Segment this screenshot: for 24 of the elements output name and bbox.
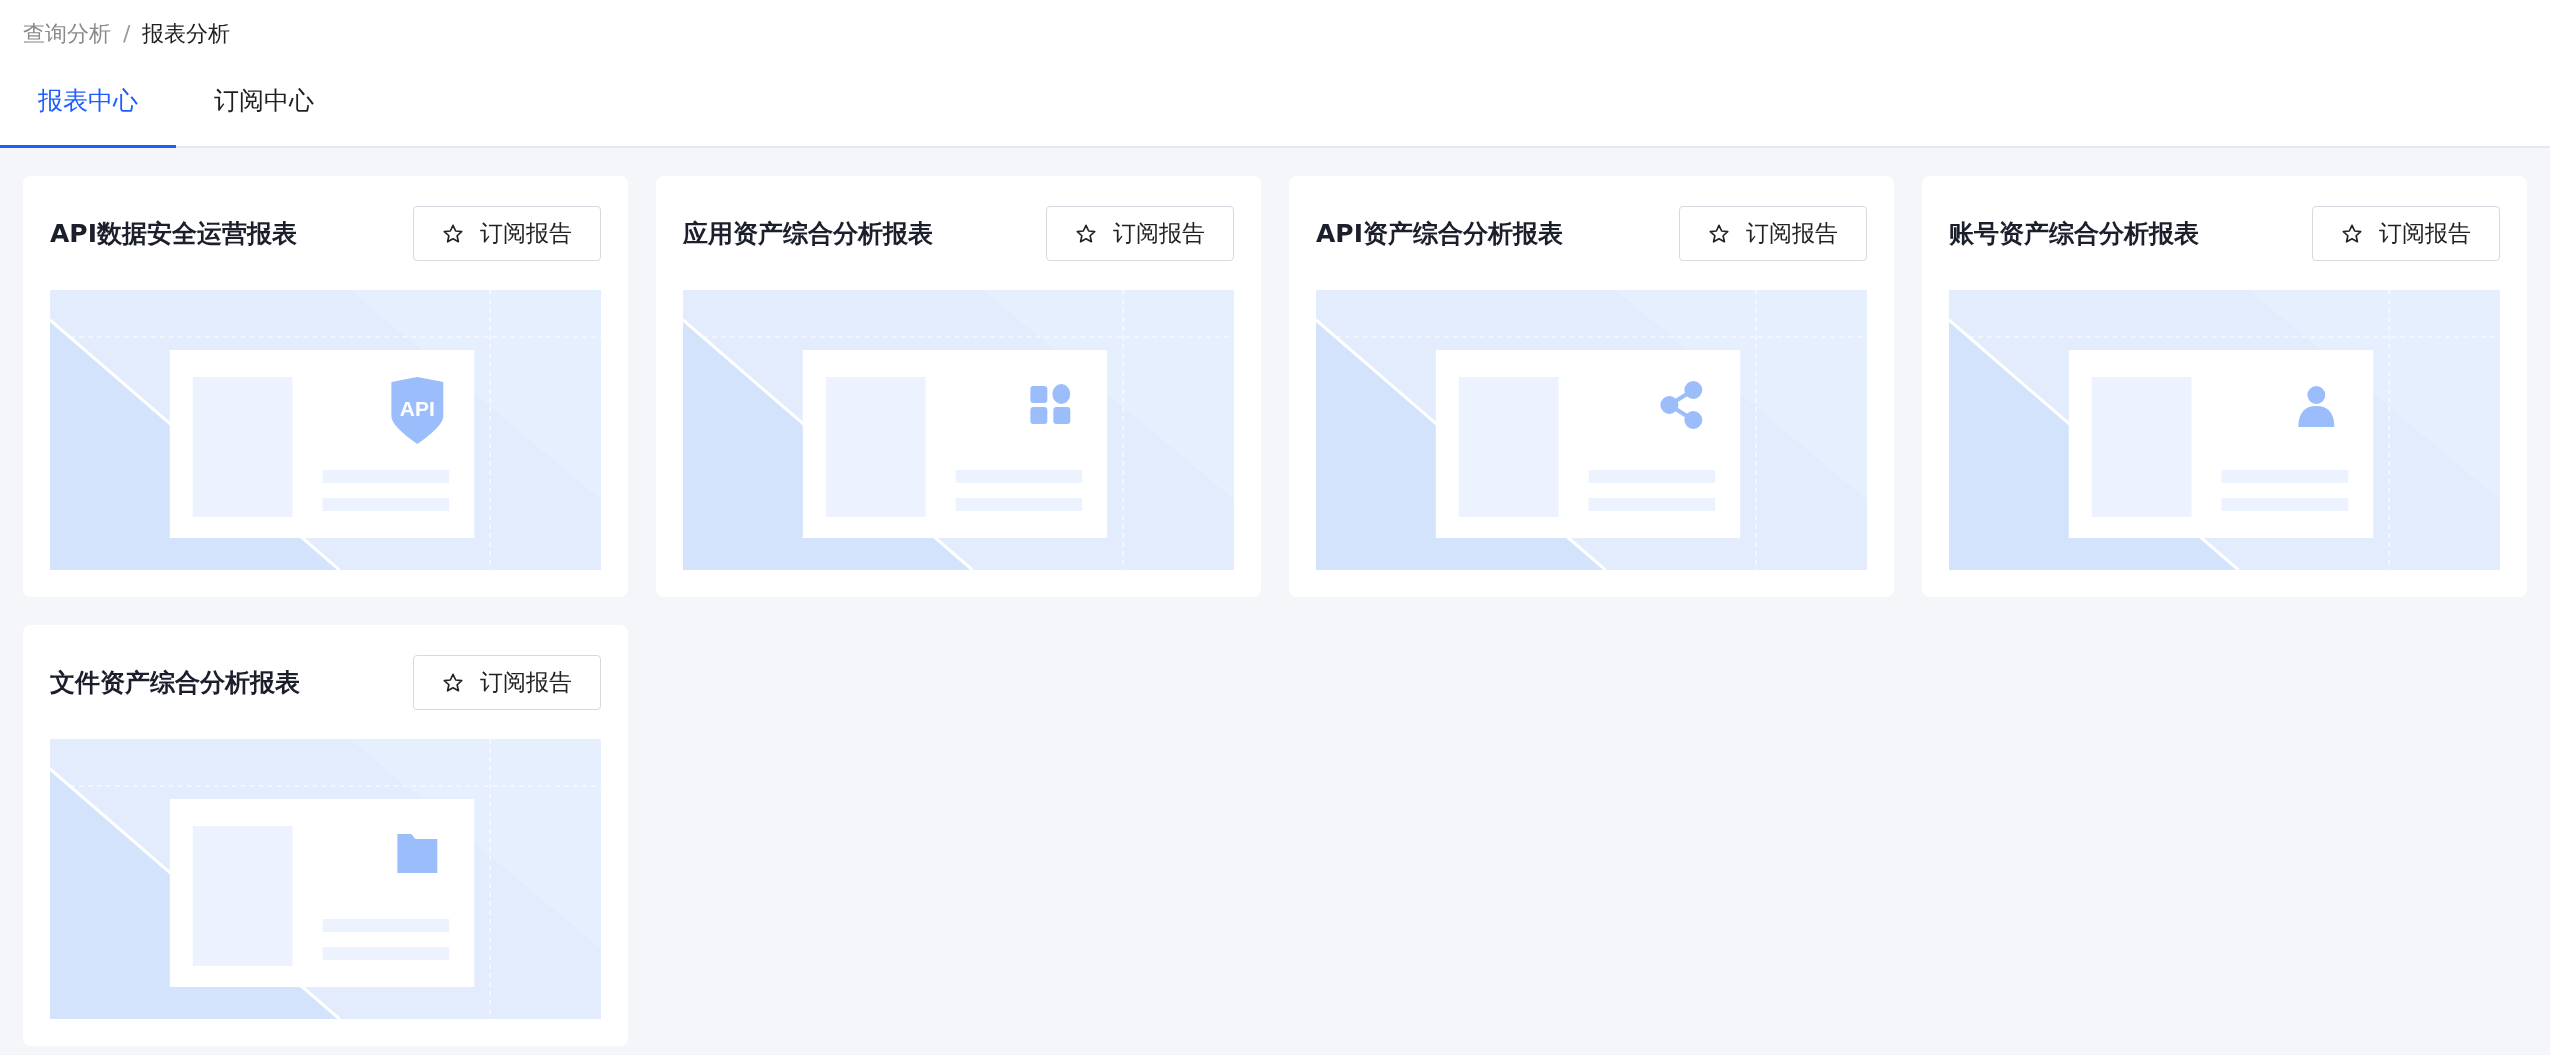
subscribe-button[interactable]: 订阅报告	[2312, 206, 2500, 261]
subscribe-button[interactable]: 订阅报告	[1679, 206, 1867, 261]
tab[interactable]: 报表中心	[0, 56, 176, 148]
report-title: 文件资产综合分析报表	[50, 666, 300, 699]
subscribe-button[interactable]: 订阅报告	[413, 206, 601, 261]
breadcrumb-current: 报表分析	[142, 19, 231, 48]
breadcrumb-separator: /	[123, 19, 131, 48]
folder-icon	[397, 834, 438, 873]
star-icon	[442, 222, 464, 245]
star-icon	[1075, 222, 1097, 245]
person-icon	[2298, 386, 2335, 427]
report-title: 应用资产综合分析报表	[683, 217, 933, 250]
star-icon	[1708, 222, 1730, 245]
star-icon	[442, 671, 464, 694]
apps-icon	[1030, 384, 1071, 424]
report-title: 账号资产综合分析报表	[1949, 217, 2199, 250]
report-title: API数据安全运营报表	[50, 217, 297, 250]
tab[interactable]: 订阅中心	[176, 56, 352, 148]
share-icon	[1660, 381, 1703, 429]
report-title: API资产综合分析报表	[1316, 217, 1563, 250]
subscribe-button[interactable]: 订阅报告	[413, 655, 601, 710]
subscribe-button[interactable]: 订阅报告	[1046, 206, 1234, 261]
star-icon	[2341, 222, 2363, 245]
shield-label: API	[399, 397, 435, 420]
